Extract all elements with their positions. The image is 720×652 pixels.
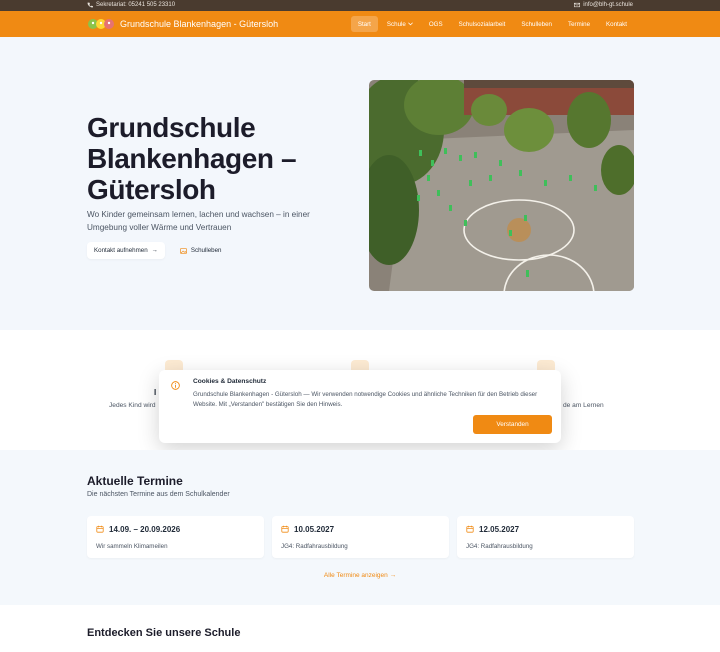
- events-lead: Die nächsten Termine aus dem Schulkalend…: [87, 491, 230, 498]
- contact-button[interactable]: Kontakt aufnehmen →: [87, 242, 165, 259]
- event-date: 10.05.2027: [294, 525, 335, 534]
- hero-buttons: Kontakt aufnehmen → Schulleben: [87, 242, 228, 259]
- event-card[interactable]: 14.09. – 20.09.2026 Wir sammeln Klimamei…: [87, 516, 264, 558]
- phone-icon: [87, 2, 93, 8]
- event-date: 12.05.2027: [479, 525, 520, 534]
- feature-text: Jedes Kind wird: [109, 402, 156, 409]
- nav-item-start[interactable]: Start: [350, 16, 378, 32]
- brand-name[interactable]: Grundschule Blankenhagen - Gütersloh: [120, 19, 278, 29]
- email-contact[interactable]: info@blh-gt.schule: [574, 2, 633, 8]
- event-date: 14.09. – 20.09.2026: [109, 525, 181, 534]
- event-description: Wir sammeln Klimameilen: [96, 543, 168, 550]
- phone-text: Sekretariat: 05241 505 23310: [96, 2, 176, 8]
- chevron-down-icon: [407, 22, 413, 26]
- schoolyard-photo: [369, 80, 634, 291]
- nav-item-termine[interactable]: Termine: [561, 16, 597, 32]
- nav-item-label: Start: [357, 20, 371, 28]
- event-description: JG4: Radfahrausbildung: [281, 543, 348, 550]
- image-icon: [180, 247, 187, 254]
- schulleben-button-label: Schulleben: [190, 247, 222, 254]
- top-info-bar: Sekretariat: 05241 505 23310 info@blh-gt…: [0, 0, 720, 11]
- main-navigation: Grundschule Blankenhagen - Gütersloh Sta…: [0, 11, 720, 37]
- nav-item-label: Schule: [386, 20, 406, 28]
- nav-item-schulleben[interactable]: Schulleben: [514, 16, 559, 32]
- nav-item-ogs[interactable]: OGS: [422, 16, 450, 32]
- all-events-link[interactable]: Alle Termine anzeigen →: [0, 572, 720, 579]
- email-text: info@blh-gt.schule: [583, 2, 633, 8]
- nav-item-label: Schulsozialarbeit: [458, 20, 506, 28]
- calendar-icon: [466, 525, 474, 533]
- cookie-text: Grundschule Blankenhagen - Gütersloh — W…: [193, 391, 538, 408]
- hero-section: Grundschule Blankenhagen – Gütersloh Wo …: [0, 37, 720, 330]
- calendar-icon: [96, 525, 104, 533]
- feature-text: de am Lernen: [563, 402, 604, 409]
- hero-subtitle: Wo Kinder gemeinsam lernen, lachen und w…: [87, 210, 310, 232]
- nav-item-schule[interactable]: Schule: [380, 16, 420, 32]
- events-section: Aktuelle Termine Die nächsten Termine au…: [0, 450, 720, 605]
- nav-menu: Start Schule OGS Schulsozialarbeit Schul…: [350, 16, 634, 32]
- hero-title: Grundschule Blankenhagen – Gütersloh: [87, 112, 297, 205]
- nav-item-label: OGS: [428, 20, 443, 28]
- phone-contact[interactable]: Sekretariat: 05241 505 23310: [87, 2, 175, 8]
- event-card[interactable]: 10.05.2027 JG4: Radfahrausbildung: [272, 516, 449, 558]
- event-card[interactable]: 12.05.2027 JG4: Radfahrausbildung: [457, 516, 634, 558]
- event-description: JG4: Radfahrausbildung: [466, 543, 533, 550]
- school-logo[interactable]: [87, 16, 115, 32]
- contact-button-label: Kontakt aufnehmen: [94, 247, 148, 254]
- schulleben-button[interactable]: Schulleben: [173, 242, 229, 259]
- nav-item-label: Schulleben: [521, 20, 552, 28]
- events-title: Aktuelle Termine: [87, 474, 183, 488]
- accept-cookies-button[interactable]: Verstanden: [473, 415, 552, 434]
- cookie-title: Cookies & Datenschutz: [193, 378, 267, 385]
- feature-heading: I: [154, 388, 157, 397]
- nav-item-kontakt[interactable]: Kontakt: [599, 16, 634, 32]
- mail-icon: [574, 2, 581, 8]
- nav-item-label: Kontakt: [606, 20, 627, 28]
- nav-item-schulsozialarbeit[interactable]: Schulsozialarbeit: [452, 16, 513, 32]
- nav-item-label: Termine: [568, 20, 591, 28]
- arrow-right-icon: →: [151, 247, 158, 254]
- calendar-icon: [281, 525, 289, 533]
- info-icon: [171, 381, 180, 390]
- discover-title: Entdecken Sie unsere Schule: [87, 627, 241, 639]
- cookie-banner: Cookies & Datenschutz Grundschule Blanke…: [159, 370, 561, 443]
